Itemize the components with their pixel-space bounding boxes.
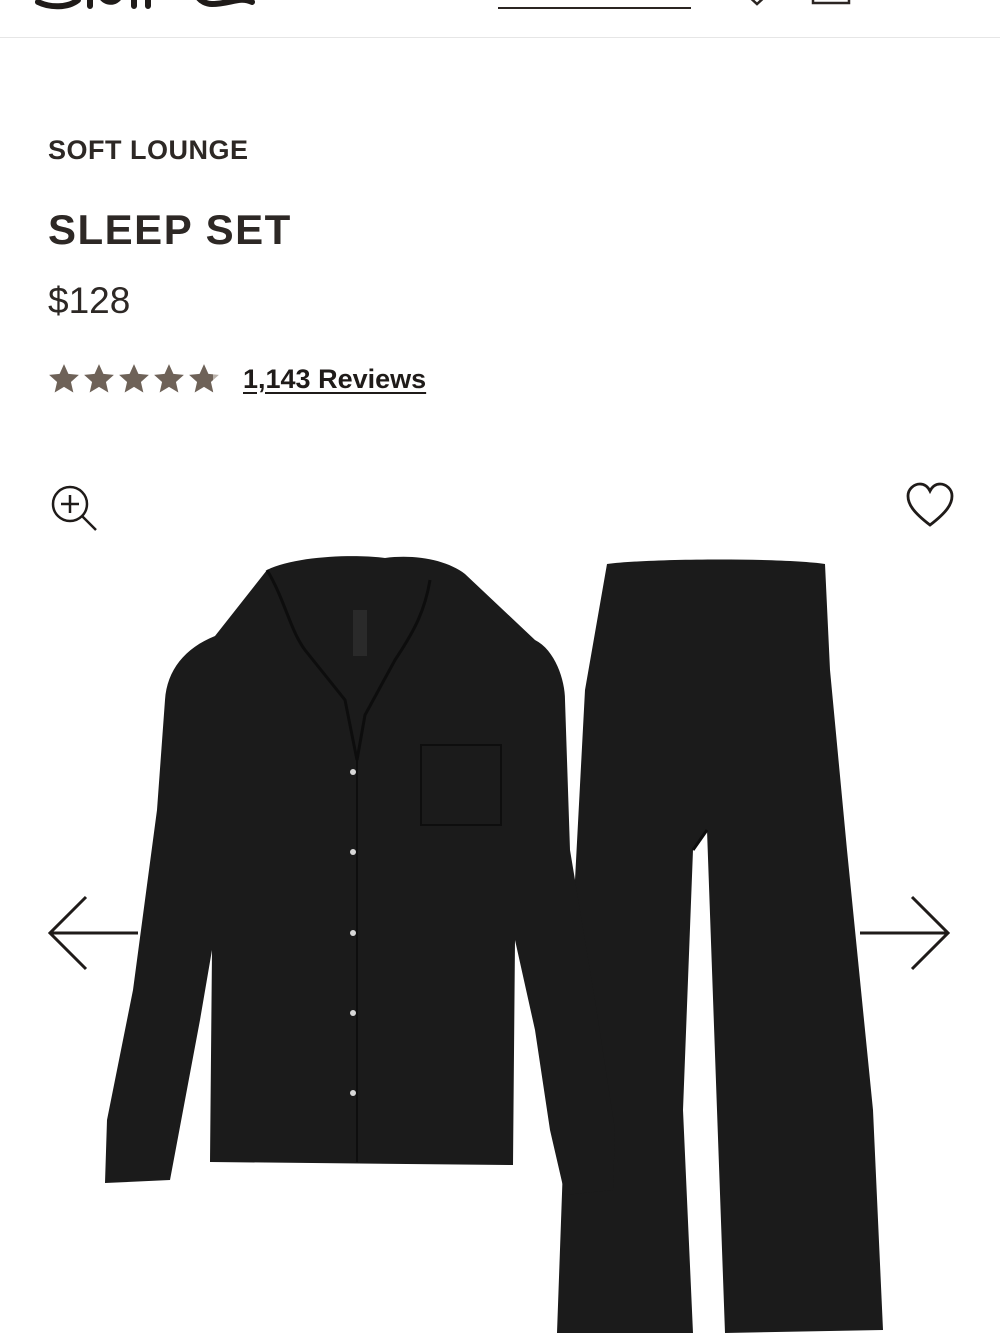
heart-icon[interactable] xyxy=(742,0,772,6)
reviews-link[interactable]: 1,143 Reviews xyxy=(243,364,426,395)
product-title: SLEEP SET xyxy=(48,206,292,253)
star-half-icon xyxy=(189,364,219,393)
product-price: $128 xyxy=(48,280,131,321)
pants-shape xyxy=(557,559,883,1333)
search-field-underline[interactable] xyxy=(498,7,691,9)
brand-logo[interactable] xyxy=(30,0,270,10)
star-icon xyxy=(154,364,184,393)
collection-name: SOFT LOUNGE xyxy=(48,135,249,165)
arrow-right-icon[interactable] xyxy=(860,893,952,973)
site-header xyxy=(0,0,1000,38)
star-icon xyxy=(84,364,114,393)
shirt-shape xyxy=(105,556,615,1195)
bag-icon[interactable] xyxy=(810,0,852,6)
rating-stars xyxy=(47,362,221,396)
star-icon xyxy=(119,364,149,393)
arrow-left-icon[interactable] xyxy=(46,893,138,973)
product-rating: 1,143 Reviews xyxy=(47,362,426,396)
zoom-in-icon[interactable] xyxy=(50,484,100,534)
product-image xyxy=(105,556,883,1333)
heart-outline-icon[interactable] xyxy=(905,481,955,529)
star-icon xyxy=(49,364,79,393)
brand-logo-icon xyxy=(35,0,255,10)
